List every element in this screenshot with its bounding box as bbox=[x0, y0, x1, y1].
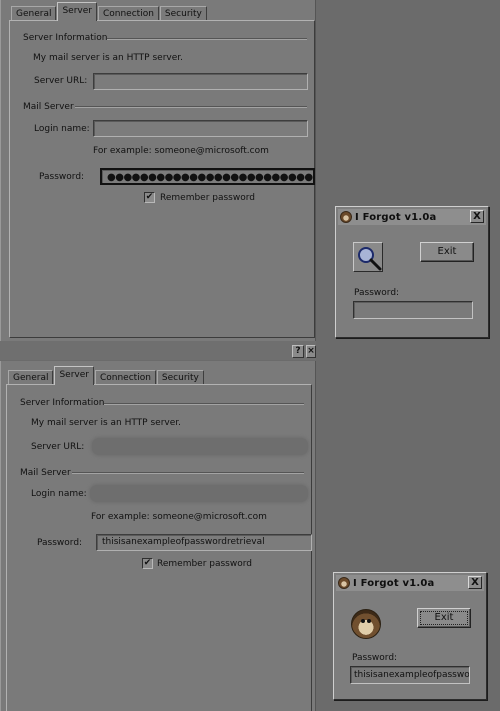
monkey-icon[interactable] bbox=[351, 609, 381, 639]
server-url-label: Server URL: bbox=[34, 76, 88, 86]
login-name-label: Login name: bbox=[34, 124, 90, 134]
iforgot-window-bottom: I Forgot v1.0a X Exit Password: thisisan… bbox=[333, 572, 487, 700]
password-label: Password: bbox=[39, 172, 85, 182]
close-icon[interactable]: × bbox=[306, 345, 316, 358]
close-button[interactable]: X bbox=[470, 210, 484, 223]
password-label: Password: bbox=[37, 538, 83, 548]
tab-server[interactable]: Server bbox=[57, 2, 97, 21]
mail-server-heading: Mail Server bbox=[20, 468, 71, 478]
group-divider bbox=[75, 106, 307, 108]
password-masked-input[interactable]: ●●●●●●●●●●●●●●●●●●●●●●●●●●●●●●●●●●●●●●●●… bbox=[100, 168, 315, 185]
close-button[interactable]: X bbox=[468, 576, 482, 589]
iforgot-titlebar[interactable]: I Forgot v1.0a X bbox=[336, 575, 484, 591]
tab-connection[interactable]: Connection bbox=[97, 6, 159, 21]
password-revealed-input[interactable]: thisisanexampleofpasswordretrieval bbox=[96, 534, 312, 551]
login-name-input[interactable] bbox=[93, 120, 308, 137]
group-divider bbox=[104, 403, 304, 405]
tab-server[interactable]: Server bbox=[54, 366, 94, 385]
server-url-input[interactable] bbox=[93, 73, 308, 90]
top-account-panel: General Server Connection Security Serve… bbox=[0, 0, 316, 341]
iforgot-title: I Forgot v1.0a bbox=[355, 211, 437, 223]
server-information-heading: Server Information bbox=[23, 33, 108, 43]
example-hint: For example: someone@microsoft.com bbox=[93, 146, 269, 156]
server-url-input-blurred[interactable] bbox=[92, 438, 308, 455]
remember-password-label: Remember password bbox=[157, 559, 252, 569]
group-divider bbox=[107, 38, 307, 40]
title-strip bbox=[0, 341, 316, 360]
http-server-note: My mail server is an HTTP server. bbox=[33, 53, 183, 63]
login-name-label: Login name: bbox=[31, 489, 87, 499]
server-url-label: Server URL: bbox=[31, 442, 85, 452]
help-button[interactable]: ? bbox=[292, 345, 304, 358]
iforgot-title: I Forgot v1.0a bbox=[353, 577, 435, 589]
retrieved-password-field[interactable]: thisisanexampleofpasswordretrieval bbox=[350, 666, 470, 684]
exit-button[interactable]: Exit bbox=[417, 608, 471, 628]
password-label: Password: bbox=[354, 288, 400, 298]
server-information-heading: Server Information bbox=[20, 398, 105, 408]
example-hint: For example: someone@microsoft.com bbox=[91, 512, 267, 522]
tab-security[interactable]: Security bbox=[159, 6, 207, 21]
remember-password-checkbox[interactable]: ✔ bbox=[144, 192, 155, 203]
login-name-input-blurred[interactable] bbox=[90, 485, 308, 502]
http-server-note: My mail server is an HTTP server. bbox=[31, 418, 181, 428]
tab-general[interactable]: General bbox=[11, 6, 57, 21]
iforgot-titlebar[interactable]: I Forgot v1.0a X bbox=[338, 209, 486, 225]
monkey-icon bbox=[340, 211, 352, 223]
remember-password-checkbox[interactable]: ✔ bbox=[142, 558, 153, 569]
top-tabstrip: General Server Connection Security bbox=[11, 2, 208, 21]
tab-connection[interactable]: Connection bbox=[94, 370, 156, 385]
bottom-account-panel: General Server Connection Security Serve… bbox=[0, 361, 316, 711]
magnifier-icon[interactable] bbox=[353, 242, 383, 272]
password-label: Password: bbox=[352, 653, 398, 663]
exit-button[interactable]: Exit bbox=[420, 242, 474, 262]
retrieved-password-field[interactable] bbox=[353, 301, 473, 319]
group-divider bbox=[72, 472, 304, 474]
monkey-icon bbox=[338, 577, 350, 589]
iforgot-window-top: I Forgot v1.0a X Exit Password: bbox=[335, 206, 489, 338]
tab-security[interactable]: Security bbox=[156, 370, 204, 385]
remember-password-label: Remember password bbox=[160, 193, 255, 203]
bottom-tabstrip: General Server Connection Security bbox=[8, 366, 205, 385]
mail-server-heading: Mail Server bbox=[23, 102, 74, 112]
tab-general[interactable]: General bbox=[8, 370, 54, 385]
